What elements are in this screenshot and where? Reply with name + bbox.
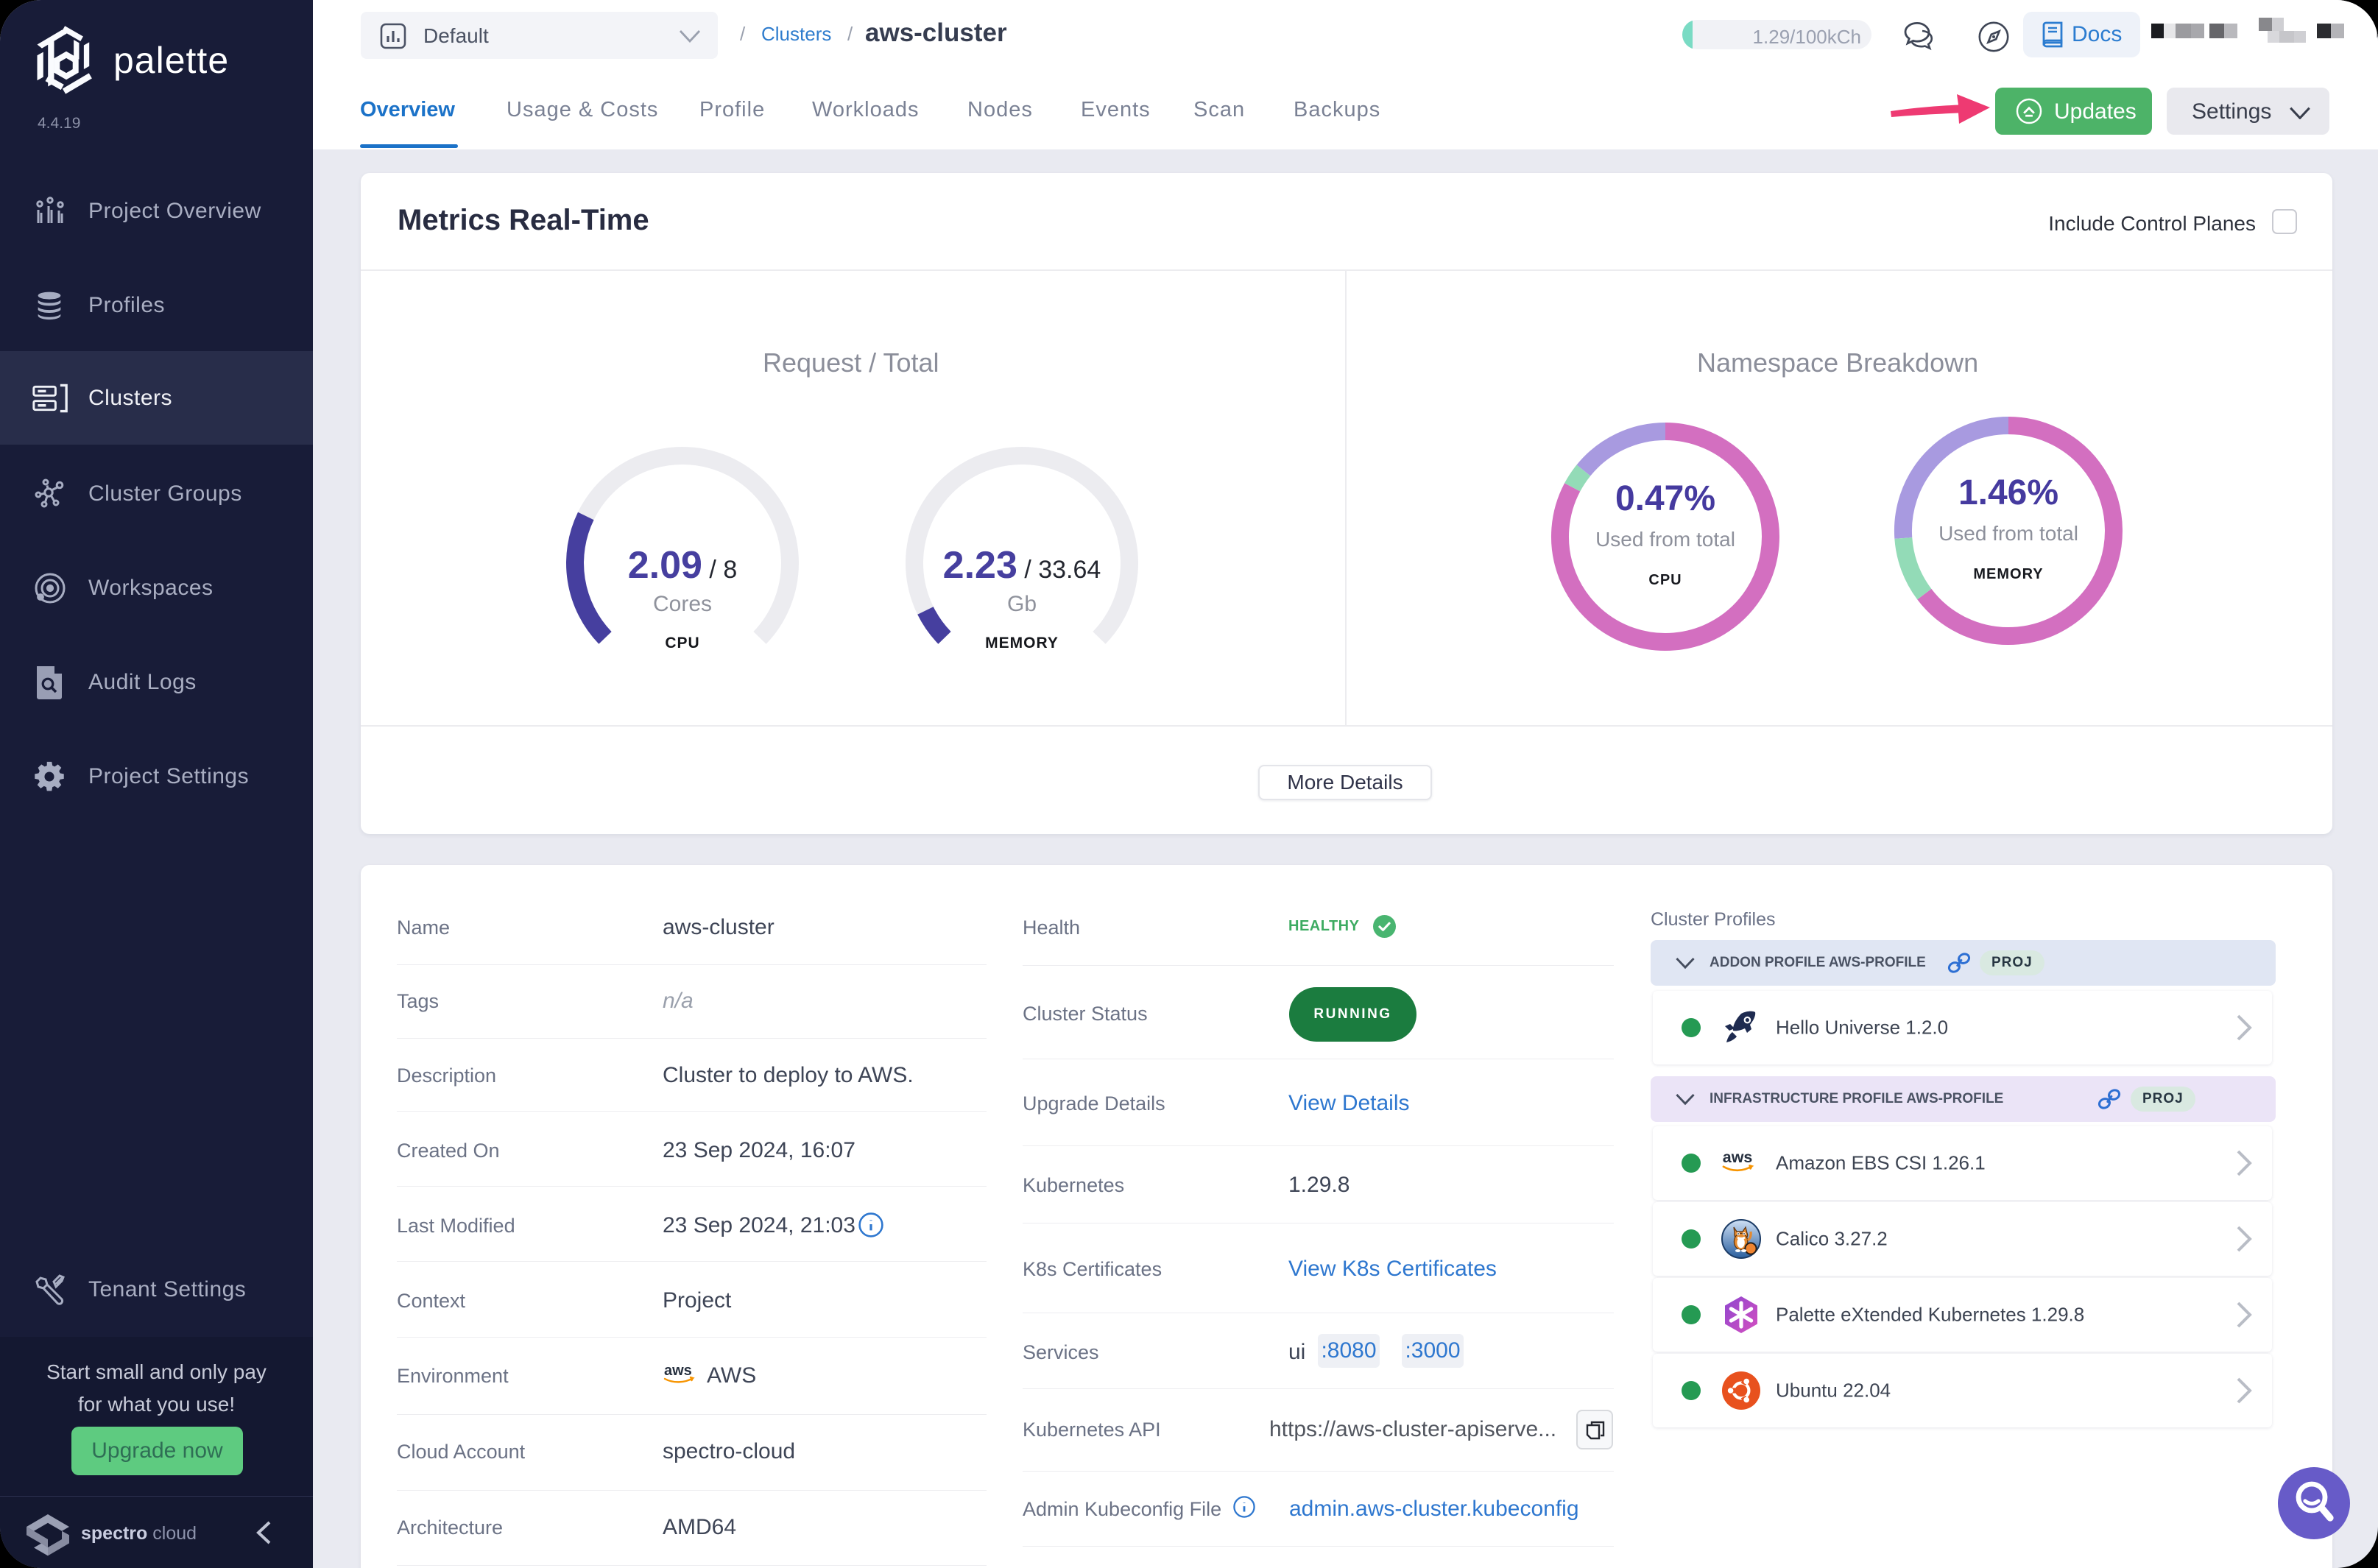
svg-text:aws: aws — [664, 1363, 692, 1379]
svg-text:aws: aws — [1723, 1148, 1753, 1166]
